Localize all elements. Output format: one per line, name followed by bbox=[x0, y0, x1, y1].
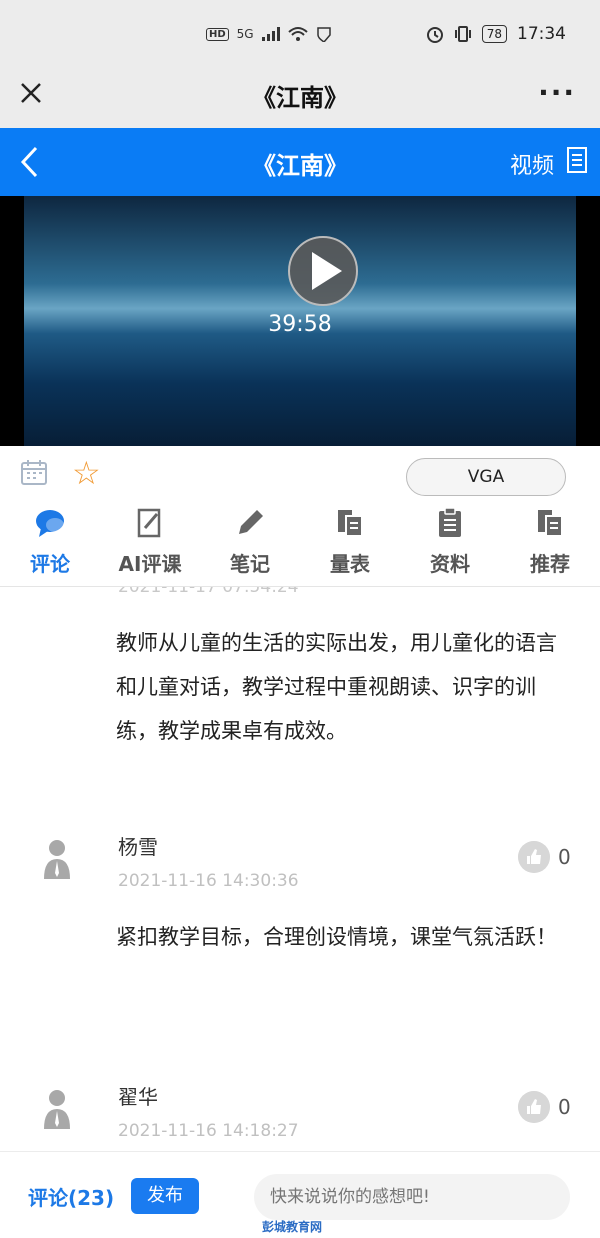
quality-selector[interactable]: VGA bbox=[406, 458, 566, 496]
document-icon[interactable] bbox=[566, 146, 588, 174]
app-title-bar: 《江南》 ··· bbox=[0, 66, 600, 128]
comment-icon bbox=[36, 510, 64, 537]
avatar-icon bbox=[44, 1090, 70, 1129]
commenter-name: 杨雪 bbox=[118, 835, 158, 859]
clipboard-icon bbox=[439, 507, 461, 537]
tab-bar: 评论 AI评课 笔记 量表 资料 推荐 bbox=[0, 502, 600, 587]
video-frame: 39:58 bbox=[24, 196, 576, 446]
status-bar: HD 5G 78 17:34 bbox=[0, 0, 600, 66]
comment-date: 2021-11-16 14:18:27 bbox=[118, 1121, 299, 1141]
status-right: 78 17:34 bbox=[426, 24, 566, 44]
publish-button[interactable]: 发布 bbox=[131, 1178, 199, 1214]
ai-review-icon bbox=[137, 508, 161, 538]
like-count: 0 bbox=[558, 845, 571, 869]
app-title: 《江南》 bbox=[252, 84, 348, 112]
page-header: 《江南》 视频 bbox=[0, 128, 600, 196]
shield-icon bbox=[316, 27, 331, 42]
hd-badge: HD bbox=[206, 27, 229, 41]
video-mode-button[interactable]: 视频 bbox=[510, 148, 554, 180]
tab-label: 笔记 bbox=[230, 552, 270, 576]
star-icon[interactable]: ☆ bbox=[72, 454, 101, 492]
play-icon[interactable] bbox=[288, 236, 358, 306]
wifi-icon bbox=[287, 27, 308, 41]
tab-scale[interactable]: 量表 bbox=[300, 502, 400, 586]
scale-icon bbox=[338, 510, 363, 537]
tab-materials[interactable]: 资料 bbox=[400, 502, 500, 586]
comment-input[interactable] bbox=[254, 1174, 570, 1220]
calendar-icon[interactable] bbox=[20, 458, 48, 486]
pencil-icon bbox=[239, 510, 263, 534]
tab-label: 量表 bbox=[330, 552, 370, 576]
comment-date: 2021-11-17 07:54:24 bbox=[118, 587, 299, 597]
comment-text: 紧扣教学目标，合理创设情境，课堂气氛活跃！ bbox=[116, 925, 557, 949]
comment-text: 教师从儿童的生活的实际出发，用儿童化的语言和儿童对话，教学过程中重视朗读、识字的… bbox=[116, 631, 557, 743]
tab-ai-review[interactable]: AI评课 bbox=[100, 502, 200, 586]
status-left-icons: HD 5G bbox=[206, 26, 332, 42]
commenter-name: 翟华 bbox=[118, 1085, 158, 1109]
like-count: 0 bbox=[558, 1095, 571, 1119]
tab-label: AI评课 bbox=[118, 552, 182, 576]
comment-list[interactable]: 2021-11-17 07:54:24 教师从儿童的生活的实际出发，用儿童化的语… bbox=[0, 587, 600, 1151]
comment-count[interactable]: 评论(23) bbox=[28, 1182, 114, 1211]
thumbs-up-icon[interactable] bbox=[518, 841, 550, 873]
tab-notes[interactable]: 笔记 bbox=[200, 502, 300, 586]
video-duration: 39:58 bbox=[268, 312, 332, 337]
watermark-logo: 彭城教育网 bbox=[262, 1220, 323, 1234]
tab-label: 评论 bbox=[30, 552, 70, 576]
network-label: 5G bbox=[236, 27, 254, 41]
tab-label: 资料 bbox=[430, 552, 470, 576]
thumbs-up-icon[interactable] bbox=[518, 1091, 550, 1123]
tool-row: ☆ VGA bbox=[0, 446, 600, 502]
clock: 17:34 bbox=[517, 24, 566, 44]
vibrate-icon bbox=[454, 26, 471, 42]
tab-label: 推荐 bbox=[530, 552, 570, 576]
avatar-icon bbox=[44, 840, 70, 879]
battery-level: 78 bbox=[481, 25, 507, 43]
tab-comments[interactable]: 评论 bbox=[0, 502, 100, 586]
more-options-icon[interactable]: ··· bbox=[538, 76, 576, 109]
recommend-icon bbox=[538, 510, 563, 537]
comment-date: 2021-11-16 14:30:36 bbox=[118, 871, 299, 891]
comment-bar: 评论(23) 发布 彭城教育网 bbox=[0, 1151, 600, 1238]
signal-icon bbox=[261, 27, 280, 41]
tab-recommend[interactable]: 推荐 bbox=[500, 502, 600, 586]
alarm-icon bbox=[426, 27, 443, 43]
video-player[interactable]: 39:58 bbox=[0, 196, 600, 446]
